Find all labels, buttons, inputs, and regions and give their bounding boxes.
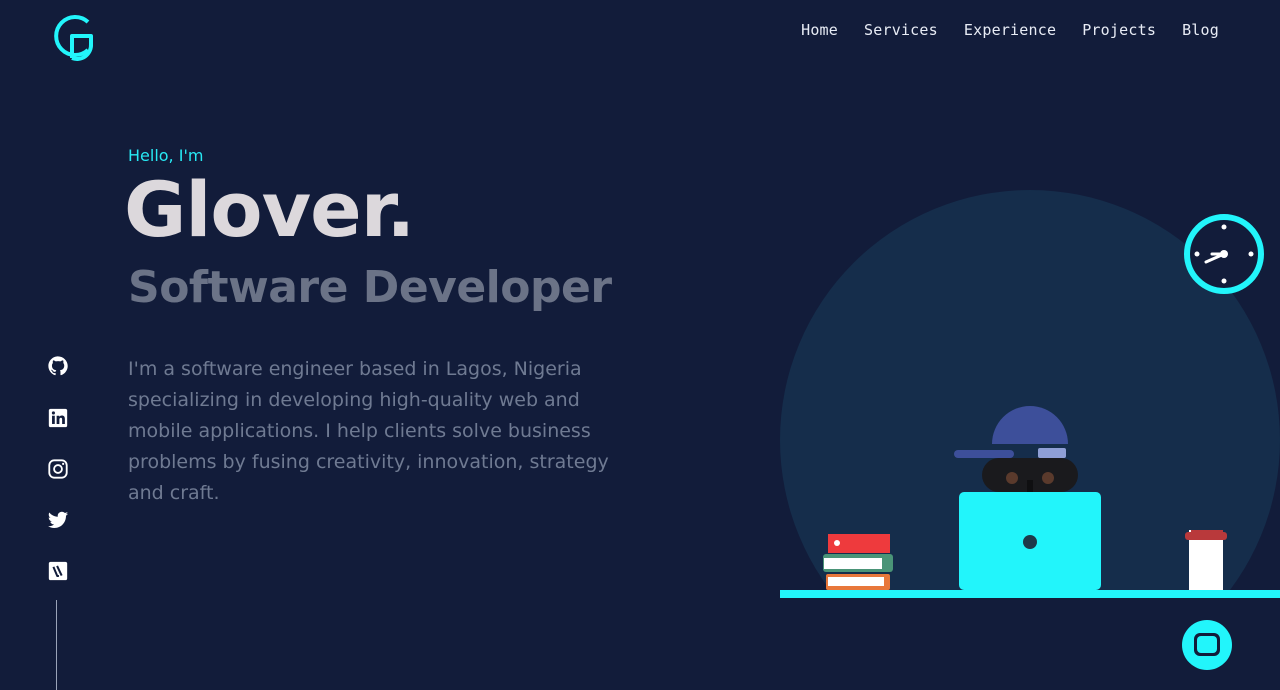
- hero-bio: I'm a software engineer based in Lagos, …: [128, 358, 609, 504]
- nav-blog[interactable]: Blog: [1182, 21, 1219, 39]
- github-link[interactable]: [47, 355, 69, 377]
- hero-name: Glover.: [124, 165, 415, 254]
- laptop: [959, 492, 1101, 590]
- nav-home[interactable]: Home: [801, 21, 838, 39]
- hero-role: Software Developer: [128, 262, 612, 313]
- chat-bubble-icon: [1194, 633, 1220, 656]
- greeting: Hello, I'm: [128, 146, 204, 165]
- linkedin-link[interactable]: [47, 407, 69, 429]
- coffee-cup: [1185, 530, 1227, 590]
- instagram-link[interactable]: [47, 458, 69, 480]
- logo-icon[interactable]: [50, 10, 94, 62]
- desk-top: [780, 590, 1280, 598]
- twitter-link[interactable]: [47, 509, 69, 531]
- nav-experience[interactable]: Experience: [964, 21, 1056, 39]
- books-stack: [823, 534, 893, 590]
- nav-projects[interactable]: Projects: [1082, 21, 1156, 39]
- twitter-icon: [47, 511, 69, 528]
- github-icon: [48, 356, 68, 376]
- instagram-icon: [48, 459, 68, 479]
- nav-services[interactable]: Services: [864, 21, 938, 39]
- clock-icon: [1184, 214, 1264, 294]
- chat-button[interactable]: [1182, 620, 1232, 670]
- vimeo-link[interactable]: [47, 560, 69, 582]
- main-nav: Home Services Experience Projects Blog: [801, 21, 1219, 39]
- linkedin-icon: [48, 408, 68, 428]
- social-divider-line: [56, 600, 57, 690]
- vimeo-icon: [48, 561, 68, 581]
